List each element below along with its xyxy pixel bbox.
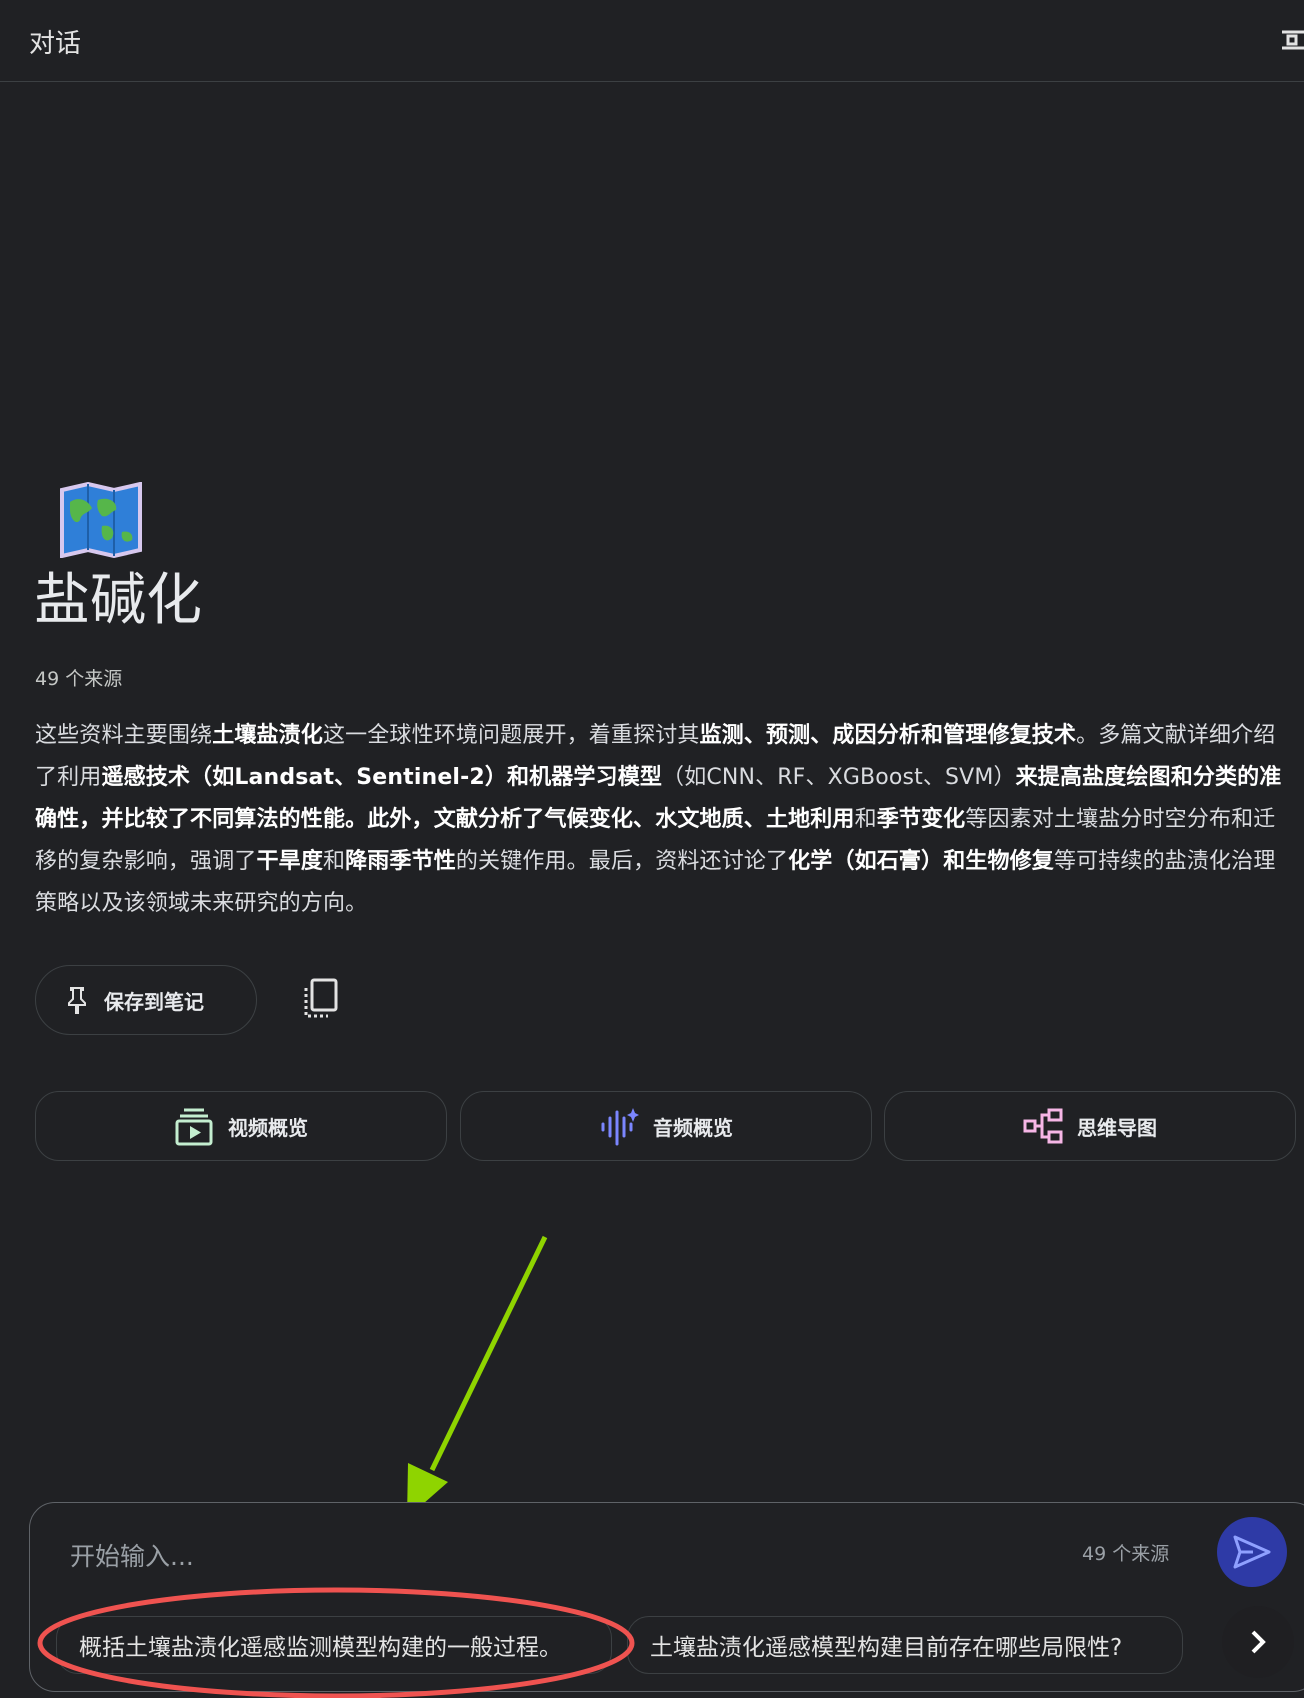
audio-overview-icon [601, 1108, 639, 1146]
summary-bold-run: 季节变化 [876, 807, 966, 832]
audio-overview-button[interactable]: 音频概览 [460, 1091, 872, 1161]
composer-source-count: 49 个来源 [1082, 1543, 1170, 1565]
summary-bold-run: 化学（如石膏）和生物修复 [788, 849, 1054, 874]
summary-text-run: 和 [322, 849, 346, 874]
notebook-title: 盐碱化 [34, 568, 202, 633]
video-overview-icon [175, 1108, 213, 1146]
chat-header: 对话 [0, 0, 1304, 82]
suggestion-chip-1[interactable]: 概括土壤盐渍化遥感监测模型构建的一般过程。 [56, 1616, 612, 1674]
chat-panel: 对话 盐碱化 49 个来源 这些资料主要围绕土壤盐渍化这一全球性环境问题展开，着… [0, 0, 1304, 1698]
pin-icon [68, 987, 86, 1014]
summary-bold-run: 干旱度 [256, 849, 323, 874]
video-overview-label: 视频概览 [228, 1115, 308, 1140]
audio-overview-label: 音频概览 [653, 1115, 733, 1140]
tune-icon[interactable] [1282, 26, 1304, 54]
world-map-icon [60, 482, 142, 558]
send-icon [1233, 1535, 1271, 1569]
suggestion-chip-2[interactable]: 土壤盐渍化遥感模型构建目前存在哪些局限性? [627, 1616, 1183, 1674]
summary-bold-run: 土壤盐渍化 [212, 723, 323, 748]
mind-map-button[interactable]: 思维导图 [884, 1091, 1296, 1161]
summary-text-run: 和 [854, 807, 877, 832]
copy-icon[interactable] [302, 978, 340, 1020]
save-to-note-button[interactable]: 保存到笔记 [35, 965, 257, 1035]
summary-text-run: 这一全球性环境问题展开，着重探讨其 [322, 723, 700, 748]
chat-title: 对话 [29, 29, 82, 59]
summary-text-run: 的关键作用。最后，资料还讨论了 [455, 849, 789, 874]
notebook-summary: 这些资料主要围绕土壤盐渍化这一全球性环境问题展开，着重探讨其监测、预测、成因分析… [35, 715, 1297, 925]
mind-map-label: 思维导图 [1077, 1115, 1157, 1140]
mind-map-icon [1023, 1108, 1063, 1144]
video-overview-button[interactable]: 视频概览 [35, 1091, 447, 1161]
summary-bold-run: 遥感技术（如Landsat、Sentinel-2）和机器学习模型 [101, 765, 663, 790]
summary-text-run: （如CNN、RF、XGBoost、SVM） [662, 765, 1016, 790]
summary-bold-run: 监测、预测、成因分析和管理修复技术 [699, 723, 1077, 748]
source-count: 49 个来源 [35, 668, 123, 690]
chevron-right-icon [1251, 1630, 1266, 1654]
send-button[interactable] [1217, 1517, 1287, 1587]
summary-text-run: 这些资料主要围绕 [35, 723, 213, 748]
save-to-note-label: 保存到笔记 [104, 989, 204, 1014]
chat-input[interactable] [68, 1535, 1032, 1577]
summary-bold-run: 降雨季节性 [345, 849, 456, 874]
suggestions-next-button[interactable] [1222, 1606, 1294, 1678]
